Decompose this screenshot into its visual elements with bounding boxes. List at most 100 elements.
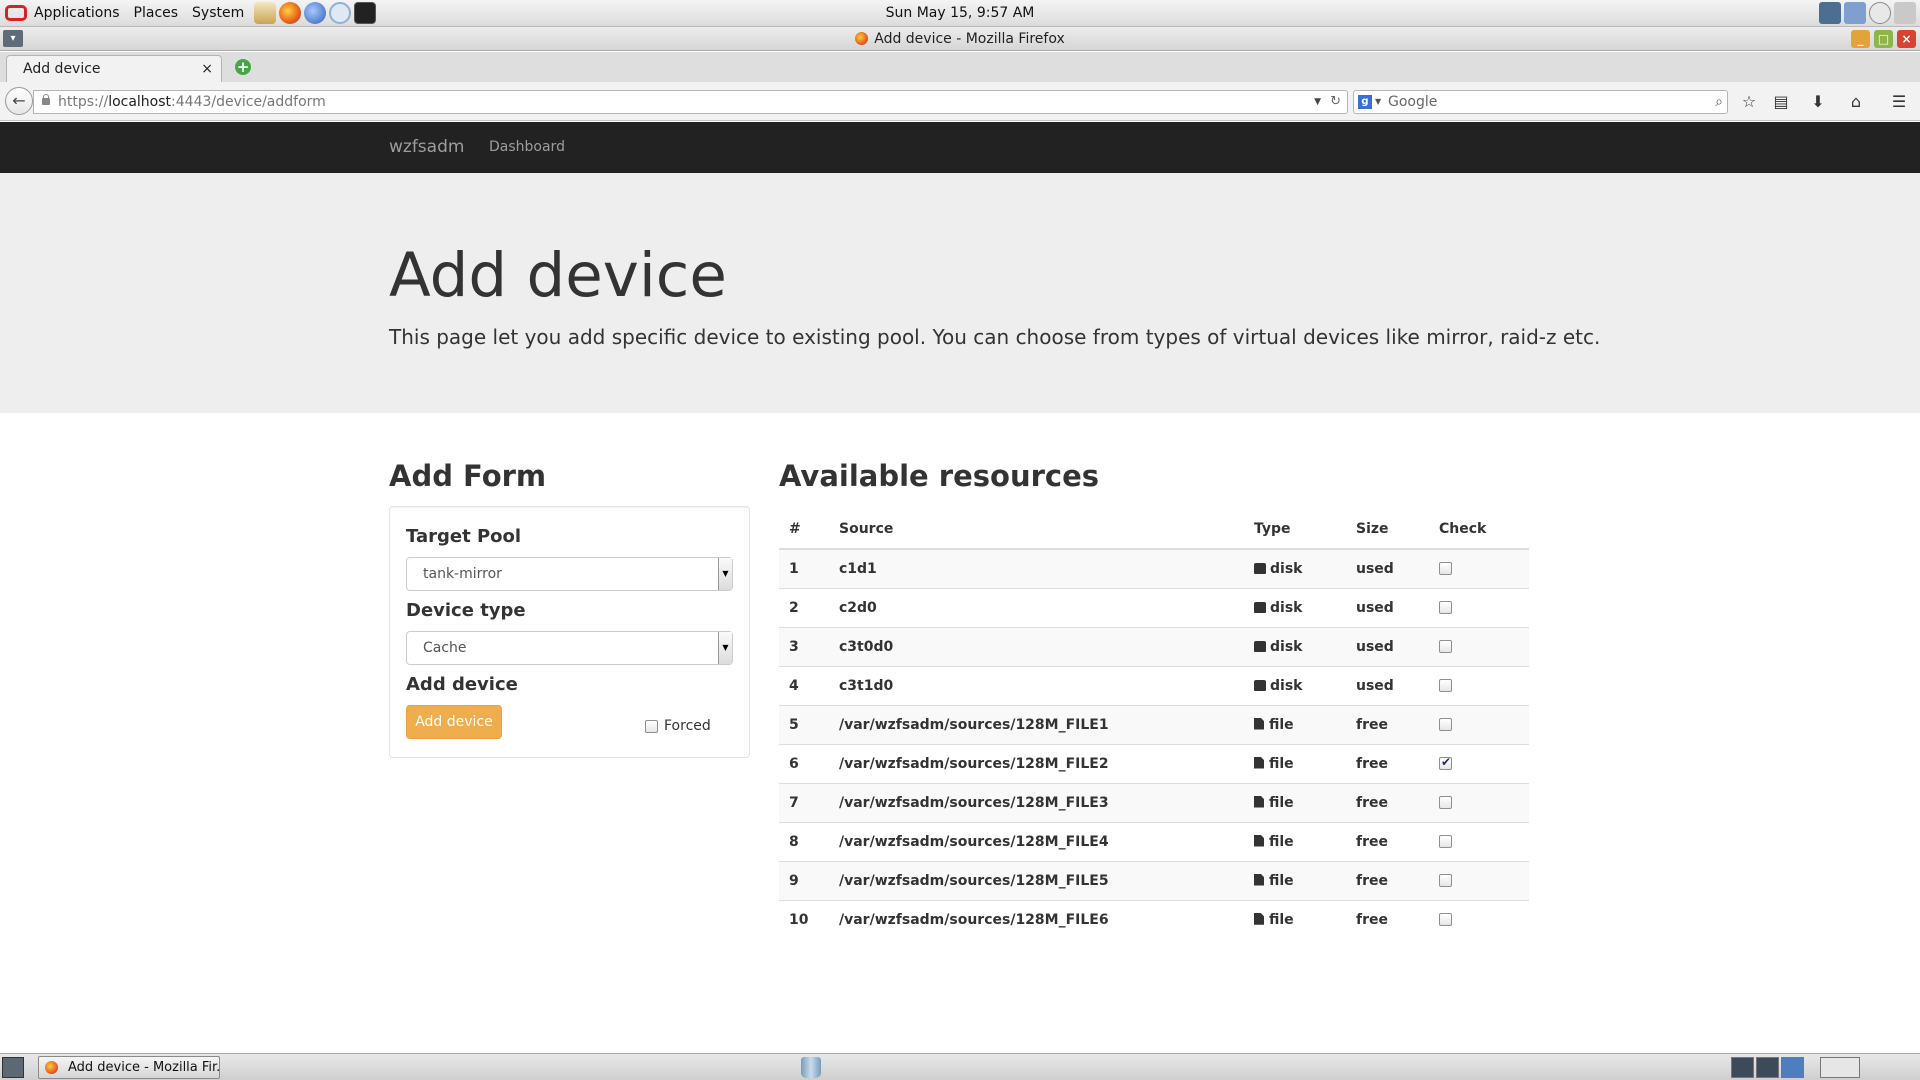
row-type: disk [1244, 548, 1346, 588]
update-launcher-icon[interactable] [329, 2, 352, 24]
terminal-launcher-icon[interactable] [354, 2, 377, 24]
menu-icon[interactable]: ☰ [1888, 91, 1910, 113]
row-checkbox[interactable] [1439, 640, 1452, 653]
url-text[interactable]: https://localhost:4443/device/addform [58, 91, 326, 113]
add-form-heading: Add Form [389, 459, 547, 493]
row-type: file [1244, 782, 1346, 822]
add-form: Target Pool tank-mirror ▼ Device type Ca… [389, 506, 750, 758]
trash-icon[interactable] [801, 1057, 821, 1078]
row-source: /var/wzfsadm/sources/128M_FILE3 [829, 782, 1244, 822]
firefox-icon [45, 1061, 58, 1074]
system-tray [1819, 2, 1916, 24]
home-icon[interactable]: ⌂ [1845, 91, 1867, 113]
nav-link-dashboard[interactable]: Dashboard [489, 122, 565, 173]
row-check [1429, 743, 1529, 783]
maximize-icon[interactable]: □ [1874, 30, 1893, 48]
tab-add-device[interactable]: Add device × [6, 55, 222, 82]
engine-dropdown-icon[interactable]: ▼ [1375, 91, 1381, 113]
taskbar-firefox-window[interactable]: Add device - Mozilla Fir... [38, 1056, 220, 1079]
resources-table-body: 1 c1d1 disk used 2 c2d0 disk used 3 c3t0d0 disk use… [779, 548, 1529, 939]
close-window-icon[interactable]: × [1897, 30, 1916, 48]
row-type-label: disk [1270, 599, 1303, 616]
firefox-launcher-icon[interactable] [279, 2, 302, 24]
search-bar[interactable]: g ▼ Google ⌕ [1353, 90, 1728, 114]
search-icon[interactable]: ⌕ [1715, 91, 1723, 113]
system-menu[interactable]: System [185, 0, 251, 27]
row-check [1429, 626, 1529, 666]
row-check [1429, 821, 1529, 861]
url-bar[interactable]: https://localhost:4443/device/addform ▼ … [33, 90, 1348, 114]
column-header-source: Source [829, 510, 1244, 550]
places-menu[interactable]: Places [127, 0, 186, 27]
row-check [1429, 899, 1529, 939]
dropdown-arrow-icon: ▼ [718, 558, 732, 590]
row-checkbox[interactable] [1439, 835, 1452, 848]
new-tab-icon[interactable]: + [235, 59, 251, 75]
firefox-icon [855, 32, 869, 45]
row-number: 7 [779, 782, 829, 822]
row-type-label: file [1269, 872, 1294, 889]
google-engine-icon[interactable]: g [1358, 95, 1372, 109]
back-arrow-icon[interactable]: ← [5, 87, 33, 115]
minimize-icon[interactable]: _ [1851, 30, 1870, 48]
hdd-icon [1254, 562, 1266, 574]
row-checkbox[interactable] [1439, 679, 1452, 692]
row-source: /var/wzfsadm/sources/128M_FILE6 [829, 899, 1244, 939]
row-checkbox[interactable] [1439, 913, 1452, 927]
network-icon[interactable] [1819, 2, 1841, 24]
url-path: :4443/device/addform [171, 94, 326, 110]
row-checkbox[interactable] [1439, 718, 1452, 731]
logout-icon[interactable] [1894, 2, 1916, 24]
bookmarks-list-icon[interactable]: ▤ [1770, 91, 1792, 113]
row-number: 6 [779, 743, 829, 783]
row-check [1429, 548, 1529, 588]
workspace-2-icon[interactable] [1756, 1057, 1779, 1078]
window-title-bar[interactable]: ▾ Add device - Mozilla Firefox _ □ × [0, 27, 1920, 51]
reload-icon[interactable]: ↻ [1330, 91, 1341, 113]
bottom-panel: Add device - Mozilla Fir... [0, 1053, 1920, 1080]
clock-text[interactable]: Sun May 15, 9:57 AM [886, 5, 1035, 21]
table-row: 6/var/wzfsadm/sources/128M_FILE2 file free [779, 743, 1529, 783]
row-type: disk [1244, 626, 1346, 666]
workspace-1-icon[interactable] [1731, 1057, 1754, 1078]
clock-tray-icon[interactable] [1869, 2, 1891, 24]
row-checkbox[interactable] [1439, 796, 1452, 809]
workspace-4-icon[interactable] [1820, 1057, 1860, 1078]
device-type-select[interactable]: Cache ▼ [406, 631, 733, 665]
home-folder-icon[interactable] [254, 2, 277, 24]
workspace-3-icon[interactable] [1781, 1057, 1804, 1078]
bookmark-star-icon[interactable]: ☆ [1738, 91, 1760, 113]
window-menu-icon[interactable]: ▾ [3, 30, 23, 47]
thunderbird-launcher-icon[interactable] [304, 2, 327, 24]
forced-checkbox[interactable] [645, 719, 658, 733]
row-type: file [1244, 743, 1346, 783]
row-check [1429, 782, 1529, 822]
add-device-label: Add device [406, 674, 518, 695]
page-title: Add device [389, 240, 727, 311]
file-icon [1254, 795, 1264, 808]
column-header-number: # [779, 510, 829, 550]
row-source: /var/wzfsadm/sources/128M_FILE1 [829, 704, 1244, 744]
target-pool-select[interactable]: tank-mirror ▼ [406, 557, 733, 591]
row-checkbox[interactable] [1439, 874, 1452, 887]
oracle-logo-icon[interactable] [5, 5, 27, 21]
row-checkbox[interactable] [1439, 601, 1452, 614]
row-checkbox[interactable] [1439, 562, 1452, 576]
row-source: c3t1d0 [829, 665, 1244, 705]
row-check [1429, 860, 1529, 900]
accessibility-icon[interactable] [1844, 2, 1866, 24]
history-dropdown-icon[interactable]: ▼ [1314, 91, 1321, 113]
row-number: 3 [779, 626, 829, 666]
target-pool-value: tank-mirror [423, 566, 502, 582]
lock-icon [42, 94, 50, 105]
add-device-button[interactable]: Add device [406, 705, 502, 739]
applications-menu[interactable]: Applications [27, 0, 127, 27]
show-desktop-icon[interactable] [2, 1057, 24, 1078]
row-size: used [1346, 665, 1429, 705]
forced-option[interactable]: Forced [645, 718, 711, 734]
tab-close-icon[interactable]: × [201, 56, 213, 83]
brand-link[interactable]: wzfsadm [389, 122, 464, 173]
search-input[interactable]: Google [1388, 91, 1437, 113]
row-checkbox[interactable] [1439, 755, 1452, 770]
download-icon[interactable]: ⬇ [1807, 91, 1829, 113]
